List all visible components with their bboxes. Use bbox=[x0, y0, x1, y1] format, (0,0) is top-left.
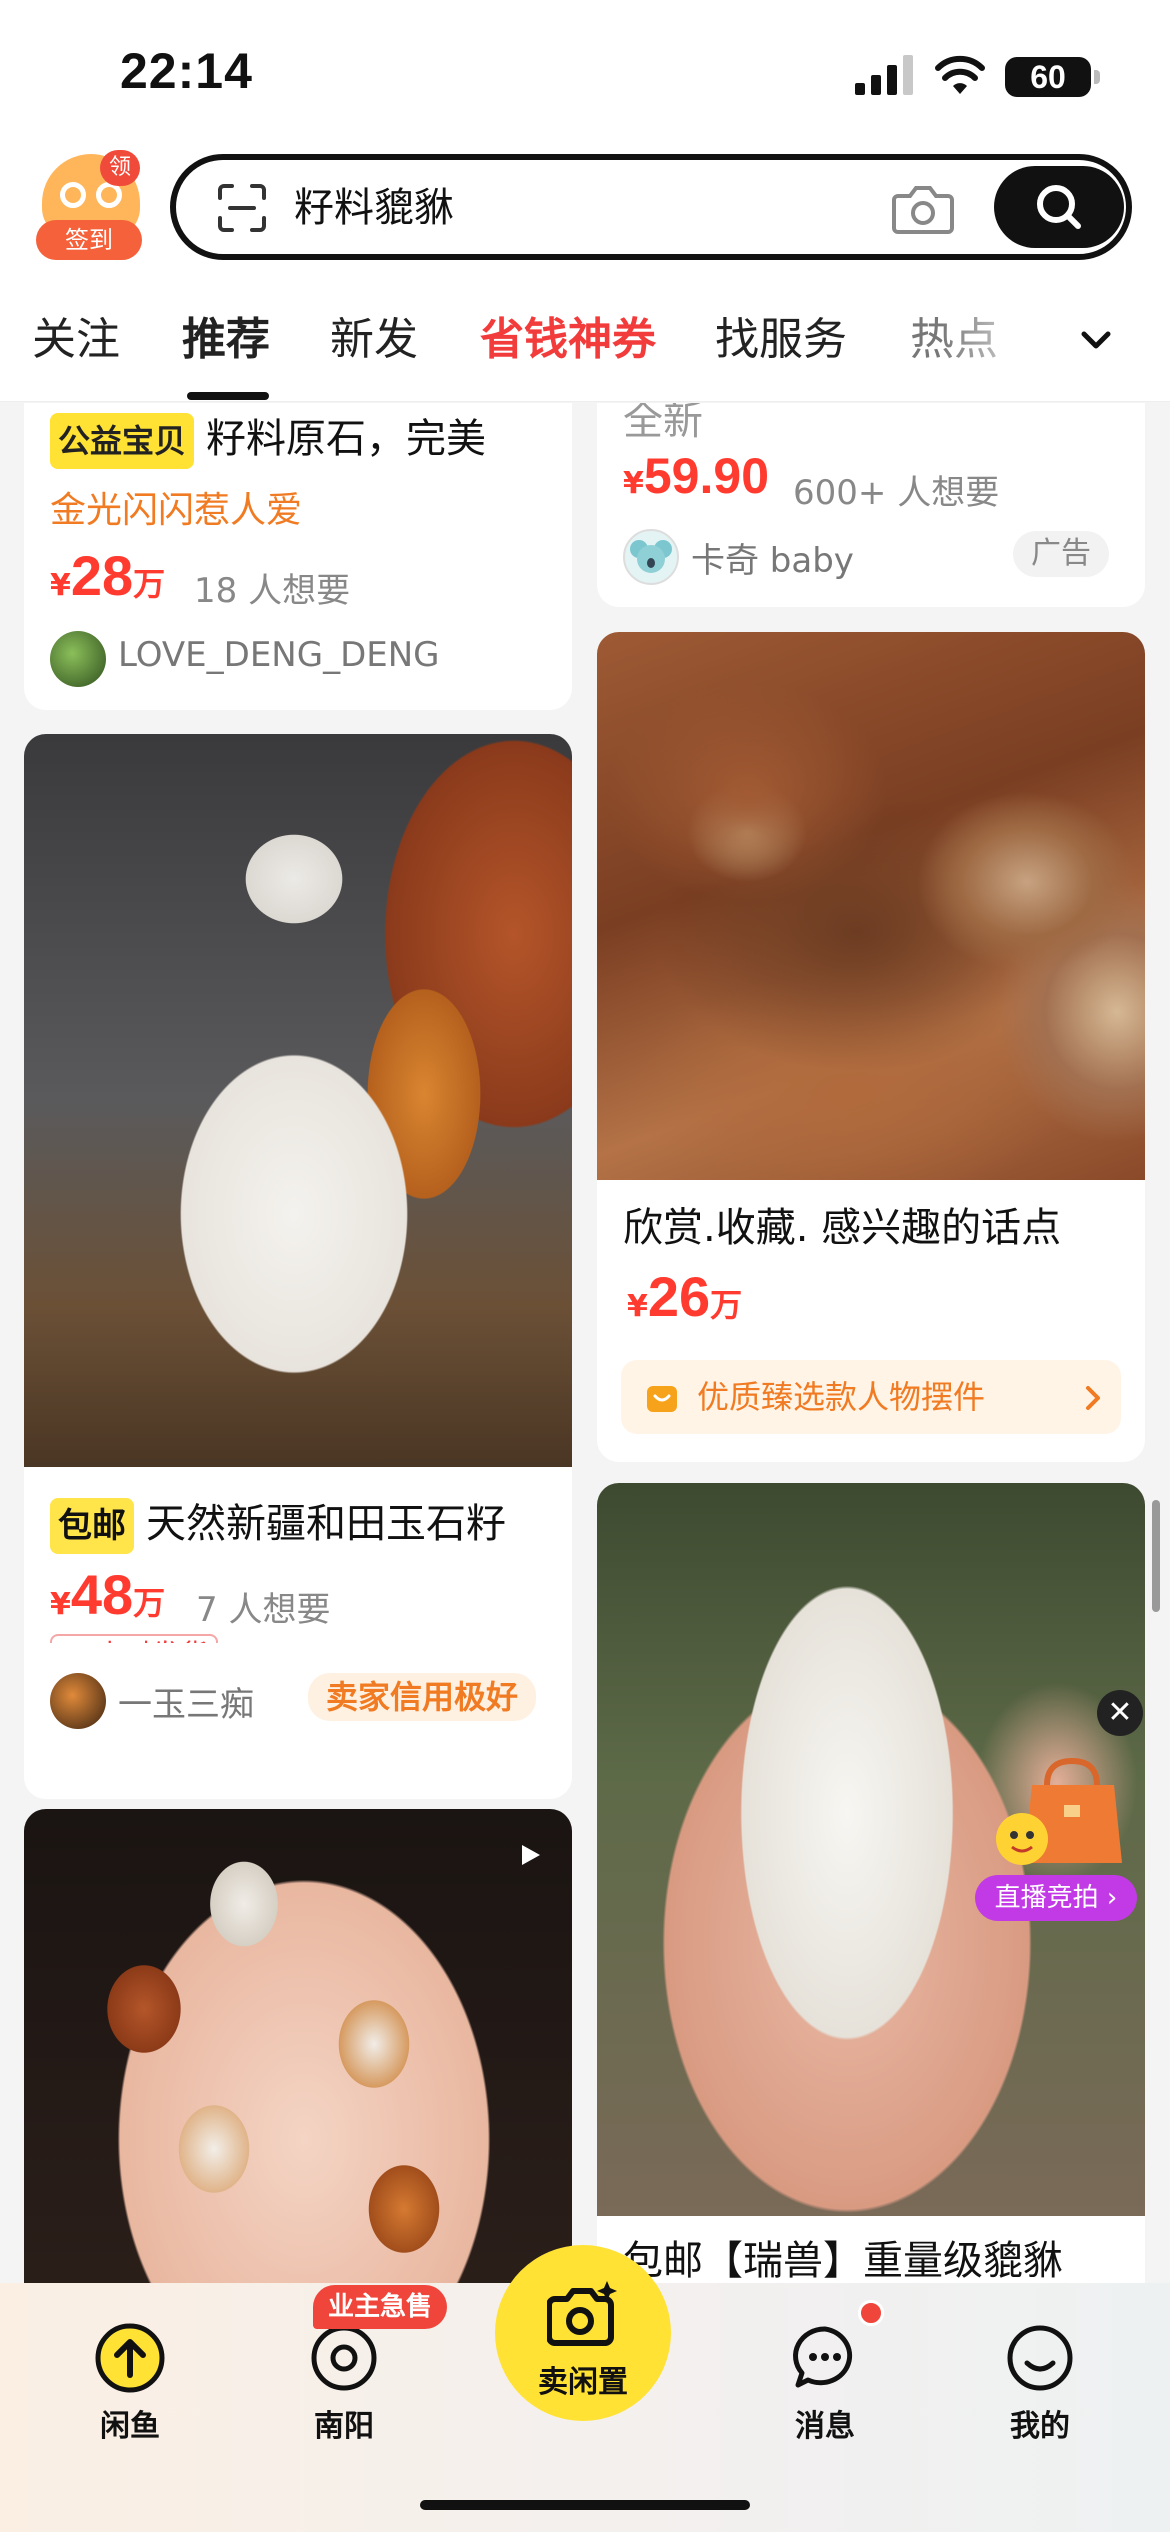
nav-xianyu[interactable]: 闲鱼 bbox=[60, 2303, 200, 2445]
tab-recommend[interactable]: 推荐 bbox=[182, 310, 270, 370]
nav-me[interactable]: 我的 bbox=[970, 2303, 1110, 2445]
wifi-icon bbox=[935, 55, 985, 94]
tab-coupons[interactable]: 省钱神券 bbox=[480, 310, 656, 370]
product-title: 欣赏.收藏. 感兴趣的话点 bbox=[623, 1205, 1062, 1251]
charity-tag: 公益宝贝 bbox=[50, 413, 195, 469]
status-time: 22:14 bbox=[120, 43, 253, 99]
product-subtitle: 金光闪闪惹人爱 bbox=[50, 490, 303, 531]
scrollbar[interactable] bbox=[1152, 1500, 1160, 1612]
want-count: 600+ 人想要 bbox=[793, 473, 1000, 513]
product-card[interactable] bbox=[24, 1809, 572, 2283]
mascot-eye bbox=[60, 182, 86, 208]
want-count: 7 人想要 bbox=[196, 1590, 331, 1630]
chevron-down-icon[interactable] bbox=[1076, 320, 1116, 360]
live-auction-bag-icon[interactable] bbox=[992, 1755, 1132, 1873]
seller-name: 卡奇 baby bbox=[691, 541, 854, 581]
ad-badge: 广告 bbox=[1013, 531, 1109, 577]
message-icon bbox=[793, 2326, 853, 2388]
seller-credit-tag: 卖家信用极好 bbox=[308, 1673, 537, 1721]
status-bar: 22:14 60 bbox=[0, 0, 1170, 150]
tab-follow[interactable]: 关注 bbox=[32, 310, 120, 370]
local-urgent-badge: 业主急售 bbox=[313, 2285, 447, 2329]
product-price: ¥59.90 bbox=[623, 448, 769, 504]
product-price: ¥48万 bbox=[50, 1563, 166, 1626]
signin-label: 签到 bbox=[36, 220, 142, 260]
signin-button[interactable]: 领 签到 bbox=[36, 150, 146, 260]
tab-new[interactable]: 新发 bbox=[330, 310, 418, 370]
search-input[interactable]: 籽料貔貅 bbox=[170, 154, 1132, 260]
sell-label: 卖闲置 bbox=[538, 2365, 628, 2400]
free-shipping-tag: 包邮 bbox=[50, 1498, 134, 1554]
product-card[interactable]: 欣赏.收藏. 感兴趣的话点 ¥26万 优质臻选款人物摆件 bbox=[597, 632, 1145, 1462]
scan-icon[interactable] bbox=[216, 182, 268, 234]
nav-label: 闲鱼 bbox=[100, 2409, 160, 2444]
product-price: ¥28万 bbox=[50, 544, 166, 607]
battery-indicator: 60 bbox=[1005, 57, 1091, 97]
product-card[interactable]: 公益宝贝 籽料原石，完美 金光闪闪惹人爱 ¥28万 18 人想要 LOVE_DEN… bbox=[24, 403, 572, 710]
product-price: ¥26万 bbox=[627, 1265, 743, 1328]
profile-icon bbox=[1007, 2325, 1073, 2391]
xianyu-home-icon bbox=[95, 2323, 165, 2393]
product-card-footer: 一玉三痴 卖家信用极好 bbox=[24, 1643, 572, 1799]
nav-label: 消息 bbox=[795, 2409, 855, 2444]
shopping-bag-icon bbox=[647, 1386, 677, 1412]
koala-avatar-icon bbox=[630, 540, 672, 573]
chevron-right-icon bbox=[1086, 1386, 1100, 1410]
product-image bbox=[24, 734, 572, 1467]
want-count: 18 人想要 bbox=[194, 571, 351, 611]
home-indicator bbox=[420, 2500, 750, 2510]
sell-item-button[interactable]: 卖闲置 bbox=[495, 2245, 671, 2421]
cellular-signal-icon bbox=[855, 55, 913, 95]
product-card[interactable]: 全新 ¥59.90 600+ 人想要 卡奇 baby 广告 bbox=[597, 403, 1145, 607]
search-button[interactable] bbox=[994, 166, 1124, 248]
search-header: 领 签到 籽料貔貅 bbox=[0, 150, 1170, 290]
promo-text: 优质臻选款人物摆件 bbox=[697, 1378, 986, 1416]
seller-avatar bbox=[50, 631, 106, 687]
promo-banner[interactable]: 优质臻选款人物摆件 bbox=[621, 1360, 1121, 1434]
product-title: 公益宝贝 籽料原石，完美 bbox=[50, 411, 486, 469]
product-title: 包邮 天然新疆和田玉石籽 bbox=[50, 1496, 506, 1554]
nav-label: 我的 bbox=[1010, 2409, 1070, 2444]
product-title: 包邮【瑞兽】重量级貔貅 bbox=[623, 2238, 1063, 2283]
product-feed: 公益宝贝 籽料原石，完美 金光闪闪惹人爱 ¥28万 18 人想要 LOVE_DEN… bbox=[0, 403, 1170, 2283]
product-image bbox=[597, 632, 1145, 1180]
product-card[interactable]: 包邮天然新疆和田玉石籽 ¥48万 7 人想要 48小时发货 bbox=[24, 734, 572, 1689]
tab-services[interactable]: 找服务 bbox=[715, 310, 847, 370]
camera-icon[interactable] bbox=[892, 180, 954, 236]
product-title-fragment: 全新 bbox=[623, 403, 703, 444]
seller-avatar bbox=[623, 529, 679, 585]
search-icon bbox=[1037, 185, 1081, 229]
seller-name: LOVE_DENG_DENG bbox=[118, 635, 440, 675]
nav-label: 南阳 bbox=[314, 2409, 374, 2444]
live-auction-button[interactable]: 直播竞拍 › bbox=[975, 1875, 1137, 1921]
video-play-icon bbox=[522, 1845, 540, 1865]
seller-avatar bbox=[50, 1673, 106, 1729]
camera-sparkle-icon bbox=[547, 2281, 617, 2346]
unread-dot bbox=[858, 2300, 884, 2326]
claim-badge: 领 bbox=[100, 150, 140, 186]
tabs-fade bbox=[940, 290, 1060, 400]
search-query: 籽料貔貅 bbox=[294, 185, 454, 231]
product-image bbox=[24, 1809, 572, 2283]
location-icon bbox=[311, 2325, 377, 2391]
active-tab-indicator bbox=[187, 392, 269, 400]
seller-name: 一玉三痴 bbox=[118, 1685, 254, 1725]
close-icon[interactable]: ✕ bbox=[1097, 1690, 1143, 1736]
battery-tip bbox=[1094, 70, 1100, 84]
